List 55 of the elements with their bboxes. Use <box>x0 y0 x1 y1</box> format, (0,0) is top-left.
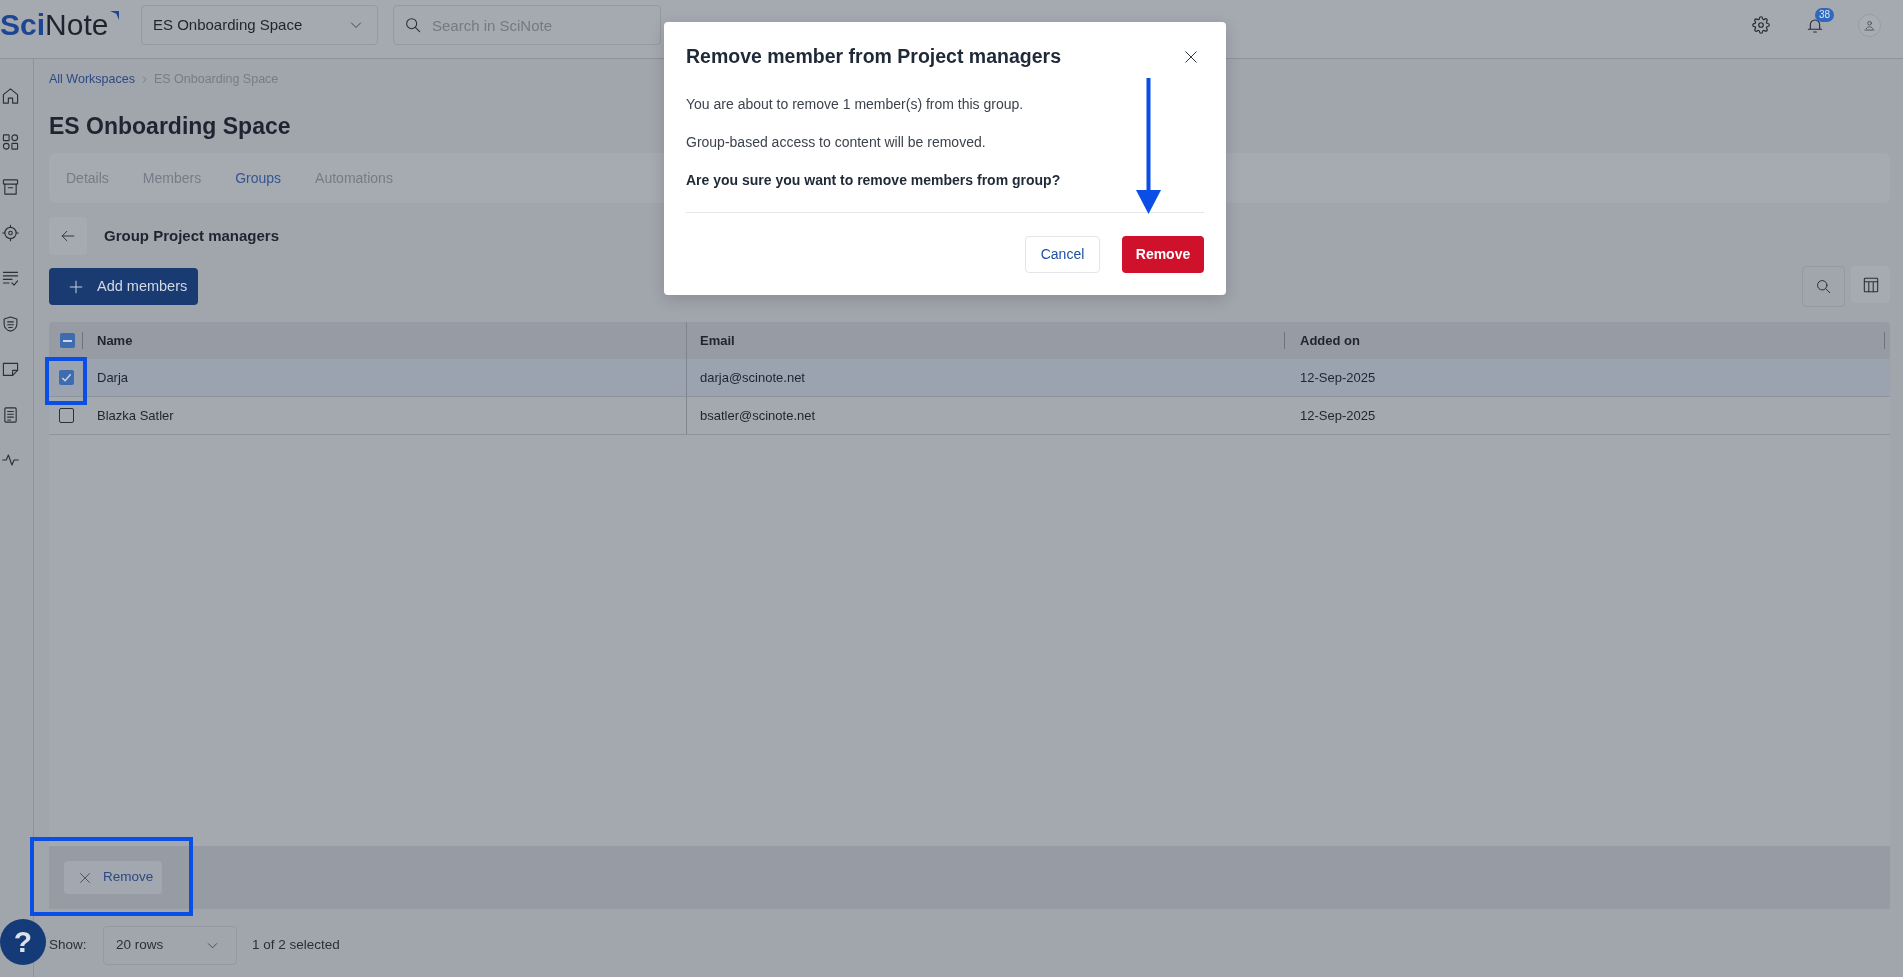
person-icon <box>1864 19 1875 31</box>
home-icon[interactable] <box>2 87 19 105</box>
workspace-select[interactable]: ES Onboarding Space <box>141 5 378 45</box>
chevron-right-icon <box>140 74 148 84</box>
rows-per-page-select[interactable]: 20 rows <box>103 925 237 965</box>
cancel-button[interactable]: Cancel <box>1025 236 1100 273</box>
column-header[interactable]: Email <box>700 330 735 351</box>
confirm-remove-button[interactable]: Remove <box>1122 236 1204 273</box>
show-label: Show: <box>49 935 88 954</box>
search-icon <box>405 17 421 33</box>
help-button[interactable]: ? <box>0 919 46 965</box>
search-icon <box>1816 279 1831 294</box>
table-cell-text: 12-Sep-2025 <box>1300 368 1376 387</box>
row-checkbox[interactable] <box>59 408 74 423</box>
column-header[interactable]: Added on <box>1300 330 1360 351</box>
back-arrow-icon <box>61 229 75 243</box>
pulse-icon[interactable] <box>2 451 19 469</box>
plus-icon <box>69 279 83 294</box>
document-icon[interactable] <box>2 405 19 424</box>
table-cell-text: Darja <box>97 368 129 387</box>
highlight-frame <box>45 357 87 405</box>
dialog-text: You are about to remove 1 member(s) from this group. <box>686 95 1025 114</box>
dialog-title: Remove member from Project managers <box>686 44 1061 70</box>
table-cell-text: darja@scinote.net <box>700 368 805 387</box>
bell-icon[interactable] <box>1807 18 1823 34</box>
settings-icon[interactable] <box>1752 16 1770 34</box>
shield-icon[interactable] <box>2 314 19 333</box>
dialog-text: Group-based access to content will be removed. <box>686 133 987 152</box>
column-header[interactable]: Name <box>97 330 133 351</box>
selection-count: 1 of 2 selected <box>252 935 340 954</box>
table-cell-text: Blazka Satler <box>97 406 174 425</box>
target-icon[interactable] <box>2 223 19 242</box>
logo[interactable]: SciNote <box>0 8 109 42</box>
notification-badge: 38 <box>1815 8 1834 22</box>
table-cell-text: bsatler@scinote.net <box>700 406 816 425</box>
close-icon <box>79 871 91 884</box>
breadcrumb-link[interactable]: All Workspaces <box>49 71 135 87</box>
page-title: ES Onboarding Space <box>49 112 291 141</box>
close-icon[interactable] <box>1184 50 1198 64</box>
columns-button[interactable] <box>1851 266 1890 303</box>
select-all-checkbox[interactable] <box>60 333 75 348</box>
logo-mark-icon <box>110 11 120 20</box>
table-cell-text: 12-Sep-2025 <box>1300 406 1376 425</box>
table-columns-icon <box>1862 276 1879 293</box>
checklist-icon[interactable] <box>2 269 19 287</box>
grid-icon[interactable] <box>2 132 19 151</box>
dialog-text: Are you sure you want to remove members from group? <box>686 171 1062 190</box>
tab[interactable]: Groups <box>235 168 282 188</box>
row-checkbox[interactable] <box>59 370 74 385</box>
note-icon[interactable] <box>2 360 19 378</box>
group-title: Group Project managers <box>104 225 280 246</box>
add-members-button[interactable]: Add members <box>49 268 198 305</box>
remove-button[interactable]: Remove <box>64 861 162 894</box>
archive-icon[interactable] <box>2 178 19 196</box>
chevron-down-icon <box>350 19 362 31</box>
